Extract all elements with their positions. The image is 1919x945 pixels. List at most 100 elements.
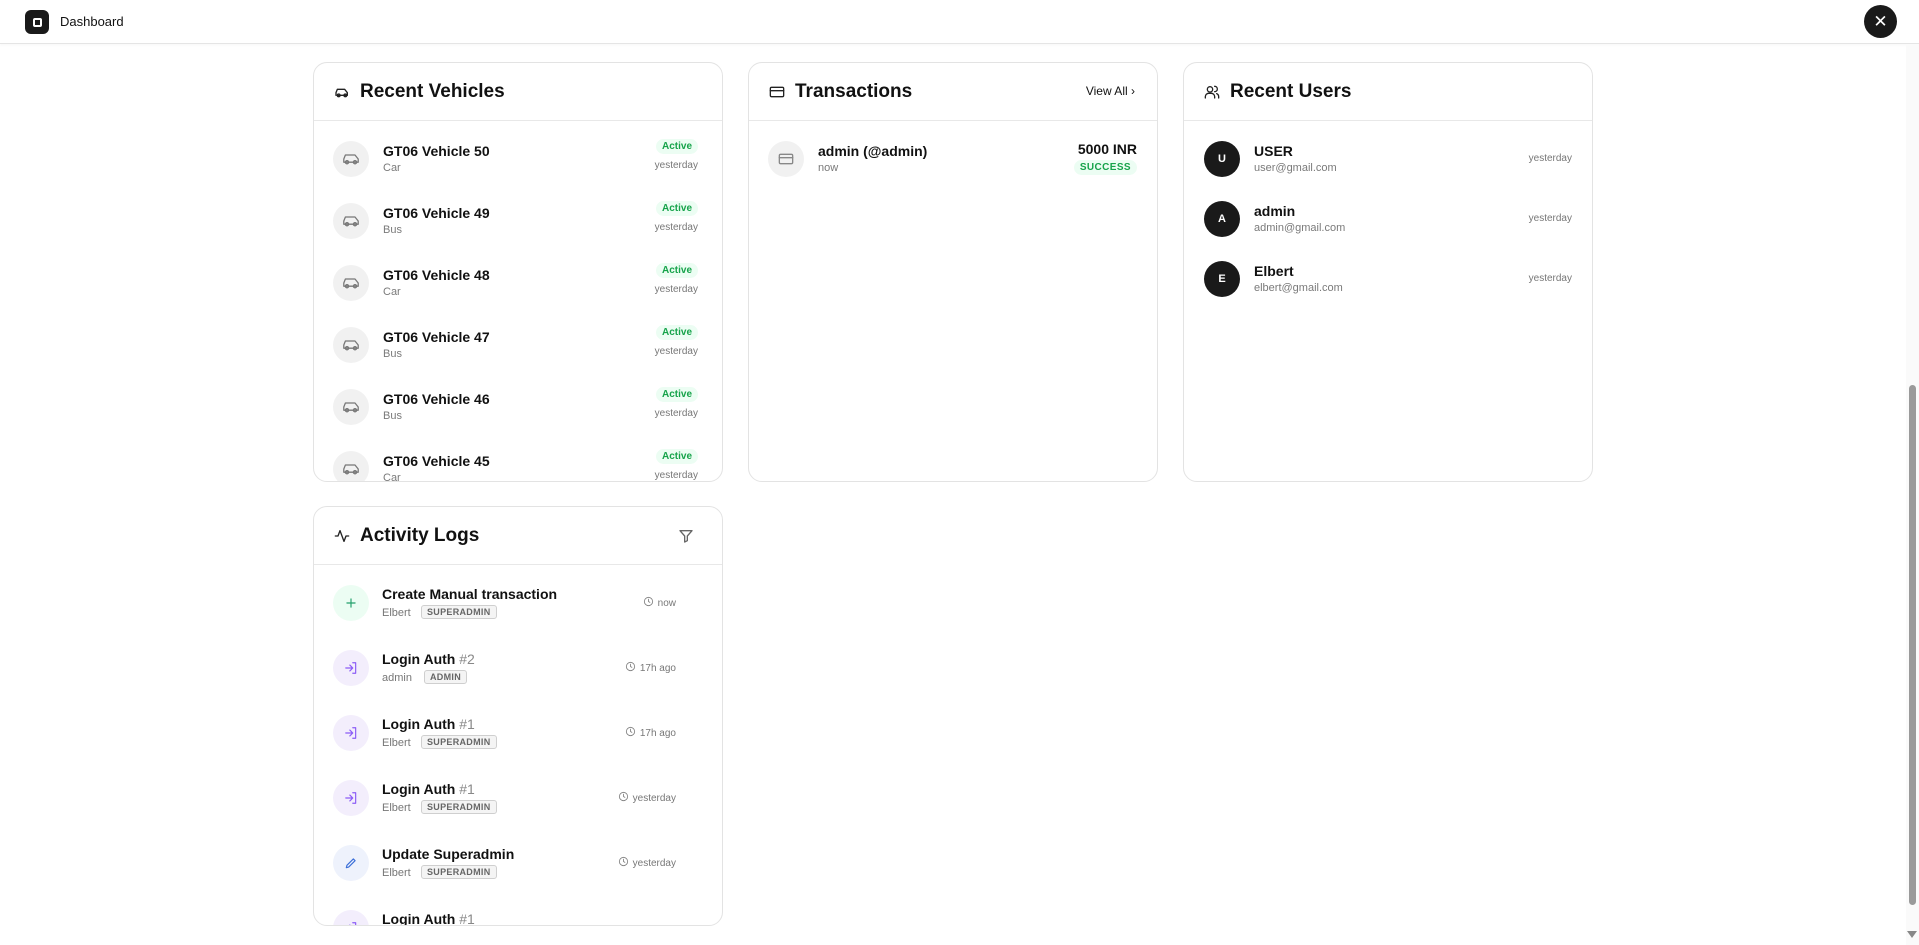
activity-id: #2 <box>459 651 475 667</box>
activity-action: Update Superadmin <box>382 846 514 862</box>
scrollbar-thumb[interactable] <box>1909 385 1916 905</box>
status-badge: Active <box>655 201 698 216</box>
activity-time-label: now <box>657 597 676 609</box>
vehicle-type: Car <box>383 162 401 174</box>
user-email: user@gmail.com <box>1254 162 1337 174</box>
user-email: elbert@gmail.com <box>1254 282 1343 294</box>
vehicle-time: yesterday <box>654 408 698 419</box>
activity-action-label: Login Auth <box>382 781 456 797</box>
activity-time: yesterday <box>618 856 676 870</box>
vehicle-name: GT06 Vehicle 45 <box>383 453 490 469</box>
user-name: USER <box>1254 143 1293 159</box>
user-row[interactable]: Aadmin admin@gmail.com yesterday <box>1184 201 1592 257</box>
activity-user: admin <box>382 672 412 684</box>
transactions-title: Transactions <box>795 80 913 102</box>
role-badge: SUPERADMIN <box>421 865 497 879</box>
activity-id: #1 <box>459 716 475 732</box>
chevron-right-icon: › <box>1131 84 1135 98</box>
activity-row[interactable]: Login Auth #1 Elbert SUPERADMIN 17h ago <box>314 715 722 780</box>
activity-logs-title: Activity Logs <box>360 524 480 546</box>
transaction-status-badge: SUCCESS <box>1073 160 1137 175</box>
vehicle-type: Bus <box>383 348 402 360</box>
activity-id: #1 <box>459 911 475 926</box>
status-badge: Active <box>655 449 698 464</box>
vehicle-type: Car <box>383 472 401 482</box>
view-all-link[interactable]: View All › <box>1086 84 1135 98</box>
avatar: U <box>1204 141 1240 177</box>
activity-action: Create Manual transaction <box>382 586 557 602</box>
avatar: E <box>1204 261 1240 297</box>
car-icon <box>333 203 369 239</box>
login-icon <box>333 910 369 925</box>
close-button[interactable]: ✕ <box>1864 5 1897 38</box>
vehicle-row[interactable]: GT06 Vehicle 47 Bus Active yesterday <box>314 325 722 389</box>
activity-action-label: Login Auth <box>382 911 456 926</box>
login-icon <box>333 715 369 751</box>
vehicle-row[interactable]: GT06 Vehicle 46 Bus Active yesterday <box>314 387 722 451</box>
recent-users-card: Recent Users U USER user@gmail.com yesterda… <box>1183 62 1593 482</box>
activity-row[interactable]: Login Auth #2 admin ADMIN 17h ago <box>314 650 722 715</box>
recent-vehicles-card: Recent Vehicles GT06 Vehicle 50 Car Active… <box>313 62 723 482</box>
activity-time: now <box>643 596 676 610</box>
vehicle-name: GT06 Vehicle 46 <box>383 391 490 407</box>
users-icon <box>1204 85 1220 99</box>
activity-row[interactable]: Login Auth #1 Elbert SUPERADMIN yesterday <box>314 780 722 845</box>
clock-icon <box>625 661 636 675</box>
car-icon <box>333 141 369 177</box>
activity-action: Login Auth #1 <box>382 911 475 926</box>
activity-icon <box>334 529 350 542</box>
card-icon <box>768 141 804 177</box>
activity-logs-card: Activity Logs Create Manual transaction E… <box>313 506 723 926</box>
activity-row[interactable]: Login Auth #1 <box>314 910 722 926</box>
activity-action: Login Auth #1 <box>382 781 475 797</box>
user-row[interactable]: E Elbert elbert@gmail.com yesterday <box>1184 261 1592 317</box>
role-badge: SUPERADMIN <box>421 605 497 619</box>
car-icon <box>335 88 348 97</box>
user-time: yesterday <box>1528 273 1572 284</box>
app-logo-icon <box>25 10 49 34</box>
recent-vehicles-title: Recent Vehicles <box>360 80 505 102</box>
vehicle-name: GT06 Vehicle 50 <box>383 143 490 159</box>
transaction-amount: 5000 INR <box>1077 141 1137 157</box>
clock-icon <box>643 596 654 610</box>
recent-users-header: Recent Users <box>1184 63 1592 121</box>
status-badge: Active <box>655 139 698 154</box>
app-title: Dashboard <box>60 14 124 29</box>
user-name: admin <box>1254 203 1296 219</box>
vehicle-row[interactable]: GT06 Vehicle 45 Car Active yesterday <box>314 449 722 482</box>
vehicle-row[interactable]: GT06 Vehicle 48 Car Active yesterday <box>314 263 722 327</box>
status-badge: Active <box>655 263 698 278</box>
user-row[interactable]: U USER user@gmail.com yesterday <box>1184 141 1592 197</box>
filter-icon[interactable] <box>678 528 694 544</box>
activity-action: Login Auth #2 <box>382 651 475 667</box>
activity-user: Elbert <box>382 737 411 749</box>
activity-id: #1 <box>459 781 475 797</box>
clock-icon <box>625 726 636 740</box>
activity-time: 17h ago <box>625 661 676 675</box>
car-icon <box>333 451 369 481</box>
transactions-header: Transactions View All › <box>749 63 1157 121</box>
vehicle-row[interactable]: GT06 Vehicle 49 Bus Active yesterday <box>314 201 722 265</box>
activity-time: yesterday <box>618 791 676 805</box>
car-icon <box>333 327 369 363</box>
vehicle-type: Bus <box>383 410 402 422</box>
clock-icon <box>618 791 629 805</box>
vehicle-name: GT06 Vehicle 48 <box>383 267 490 283</box>
activity-row[interactable]: Create Manual transaction Elbert SUPERADMI… <box>314 585 722 650</box>
view-all-label: View All <box>1085 84 1128 98</box>
activity-logs-header: Activity Logs <box>314 507 722 565</box>
car-icon <box>333 389 369 425</box>
login-icon <box>333 650 369 686</box>
vehicle-time: yesterday <box>654 284 698 295</box>
vehicle-row[interactable]: GT06 Vehicle 50 Car Active yesterday <box>314 139 722 203</box>
activity-row[interactable]: Update Superadmin Elbert SUPERADMIN yesterd… <box>314 845 722 910</box>
activity-action: Login Auth #1 <box>382 716 475 732</box>
transaction-name[interactable]: admin (@admin) <box>818 143 927 159</box>
activity-action-label: Login Auth <box>382 651 456 667</box>
car-icon <box>333 265 369 301</box>
status-badge: Active <box>655 387 698 402</box>
scroll-down-arrow-icon[interactable] <box>1907 931 1917 938</box>
pencil-icon <box>333 845 369 881</box>
login-icon <box>333 780 369 816</box>
activity-time-label: 17h ago <box>639 727 676 739</box>
